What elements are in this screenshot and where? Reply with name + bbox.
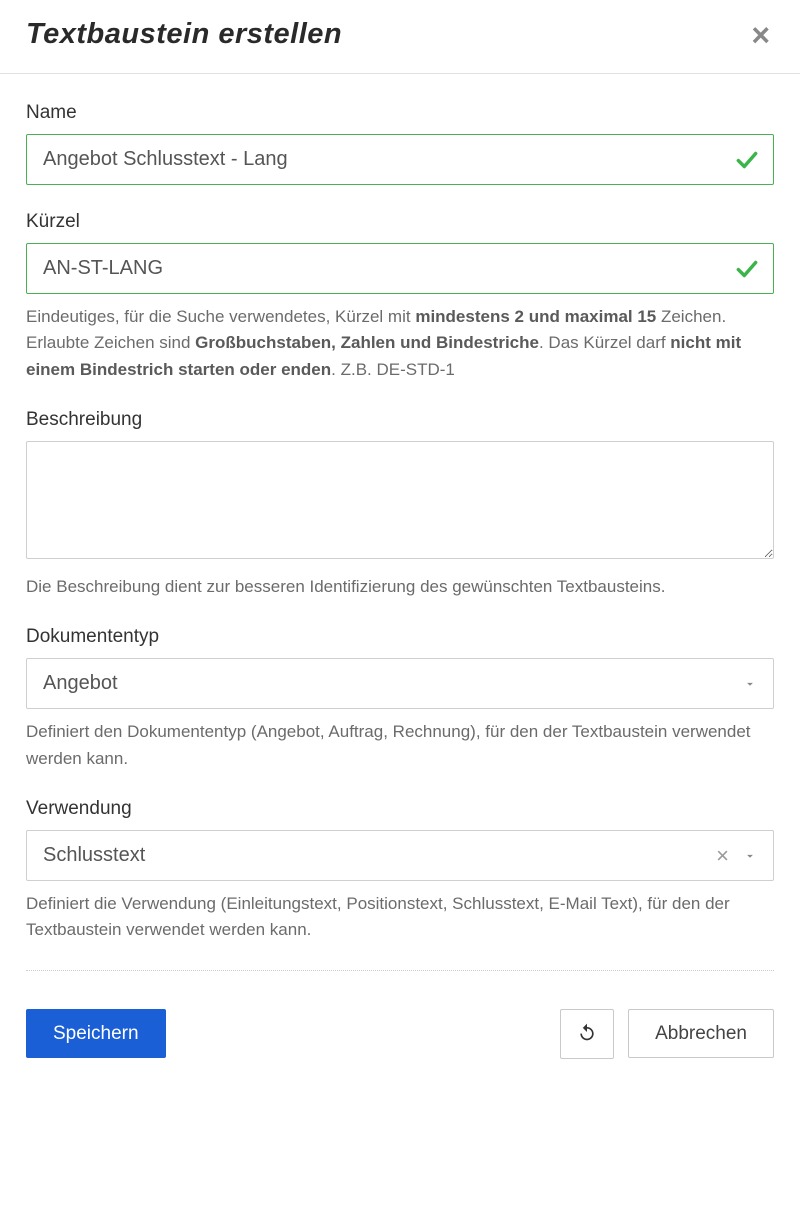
dialog-footer: Speichern Abbrechen	[0, 981, 800, 1089]
dokumententyp-hint: Definiert den Dokumententyp (Angebot, Au…	[26, 719, 774, 772]
create-textblock-dialog: Textbaustein erstellen × Name Kürzel	[0, 0, 800, 1089]
checkmark-icon	[734, 147, 760, 173]
chevron-down-icon	[737, 849, 773, 863]
close-icon[interactable]: ×	[747, 19, 774, 51]
dialog-title: Textbaustein erstellen	[26, 18, 342, 51]
hint-text: . Z.B. DE-STD-1	[331, 360, 455, 379]
clear-icon[interactable]: ×	[708, 845, 737, 867]
name-input-wrap	[26, 134, 774, 185]
dokumententyp-value: Angebot	[27, 659, 737, 708]
verwendung-select[interactable]: Schlusstext ×	[26, 830, 774, 881]
kuerzel-input-wrap	[26, 243, 774, 294]
name-input[interactable]	[26, 134, 774, 185]
beschreibung-label: Beschreibung	[26, 409, 774, 431]
verwendung-label: Verwendung	[26, 798, 774, 820]
divider	[26, 970, 774, 971]
kuerzel-hint: Eindeutiges, für die Suche verwendetes, …	[26, 304, 774, 383]
kuerzel-label: Kürzel	[26, 211, 774, 233]
field-verwendung: Verwendung Schlusstext × Definiert die V…	[26, 798, 774, 944]
field-kuerzel: Kürzel Eindeutiges, für die Suche verwen…	[26, 211, 774, 383]
field-beschreibung: Beschreibung Die Beschreibung dient zur …	[26, 409, 774, 600]
hint-text: . Das Kürzel darf	[539, 333, 670, 352]
verwendung-value: Schlusstext	[27, 831, 708, 880]
field-dokumententyp: Dokumententyp Angebot Definiert den Doku…	[26, 626, 774, 772]
chevron-down-icon	[737, 677, 773, 691]
dokumententyp-select[interactable]: Angebot	[26, 658, 774, 709]
dialog-header: Textbaustein erstellen ×	[0, 0, 800, 74]
dokumententyp-label: Dokumententyp	[26, 626, 774, 648]
beschreibung-hint: Die Beschreibung dient zur besseren Iden…	[26, 574, 774, 600]
hint-bold: Großbuchstaben, Zahlen und Bindestriche	[195, 333, 539, 352]
kuerzel-input[interactable]	[26, 243, 774, 294]
reset-button[interactable]	[560, 1009, 614, 1059]
verwendung-hint: Definiert die Verwendung (Einleitungstex…	[26, 891, 774, 944]
checkmark-icon	[734, 256, 760, 282]
field-name: Name	[26, 102, 774, 185]
name-label: Name	[26, 102, 774, 124]
hint-text: Eindeutiges, für die Suche verwendetes, …	[26, 307, 415, 326]
hint-bold: mindestens 2 und maximal 15	[415, 307, 656, 326]
beschreibung-textarea[interactable]	[26, 441, 774, 559]
undo-icon	[577, 1022, 597, 1046]
dialog-body: Name Kürzel Eindeutiges, für die Suche v…	[0, 74, 800, 981]
cancel-button[interactable]: Abbrechen	[628, 1009, 774, 1058]
save-button[interactable]: Speichern	[26, 1009, 166, 1058]
